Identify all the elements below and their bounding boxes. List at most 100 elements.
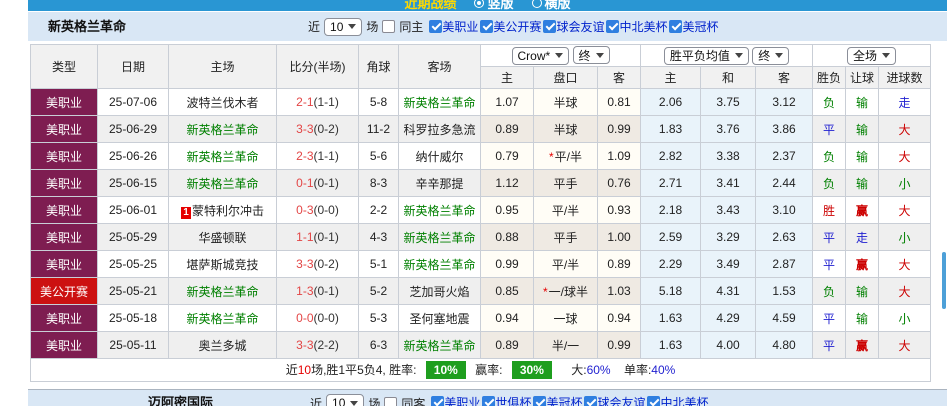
- league-label[interactable]: 球会友谊: [597, 394, 645, 406]
- away-team-name[interactable]: 纳什威尔: [415, 150, 463, 164]
- match-count-select[interactable]: 10: [324, 18, 362, 36]
- same-away-label[interactable]: 同客: [401, 395, 425, 406]
- handicap-result-cell: 输: [846, 143, 879, 170]
- next-team-bar: 迈阿密国际 近 10 场 同客 美职业世俱杯美冠杯球会友谊中北美杯: [28, 389, 947, 406]
- home-team-name[interactable]: 新英格兰革命: [186, 285, 258, 299]
- league-checkbox[interactable]: [533, 396, 546, 406]
- league-label[interactable]: 美职业: [444, 394, 480, 406]
- league-label[interactable]: 美冠杯: [682, 18, 718, 35]
- home-team-name[interactable]: 新英格兰革命: [186, 177, 258, 191]
- halftime-score: (2-2): [314, 338, 339, 352]
- avg-time-select[interactable]: 终: [752, 47, 789, 65]
- star-marker: *: [549, 150, 554, 164]
- league-label[interactable]: 球会友谊: [556, 18, 604, 35]
- next-team-name: 迈阿密国际: [148, 390, 213, 406]
- league-type-cell: 美职业: [31, 89, 98, 116]
- goals-result-cell: 走: [879, 89, 931, 116]
- score-cell: 3-3(2-2): [277, 332, 359, 359]
- handicap-rate-label: 赢率:: [475, 363, 502, 377]
- near-label: 近: [310, 395, 322, 406]
- halftime-score: (0-0): [314, 203, 339, 217]
- avg-home-cell: 1.63: [641, 305, 701, 332]
- handicap-value: 平/半: [552, 204, 579, 218]
- same-home-label[interactable]: 同主: [399, 18, 423, 35]
- same-home-checkbox[interactable]: [382, 20, 395, 33]
- away-team-name[interactable]: 新英格兰革命: [403, 231, 475, 245]
- chevron-down-icon: [735, 53, 743, 58]
- handicap-value: 半球: [553, 123, 577, 137]
- away-team-name[interactable]: 芝加哥火焰: [409, 285, 469, 299]
- home-team-cell: 奥兰多城: [169, 332, 277, 359]
- score-cell: 0-0(0-0): [277, 305, 359, 332]
- odds-company-select[interactable]: Crow*: [512, 47, 570, 65]
- home-team-name[interactable]: 新英格兰革命: [186, 123, 258, 137]
- league-label[interactable]: 美职业: [442, 18, 478, 35]
- away-odds-cell: 0.93: [598, 197, 641, 224]
- avg-draw-cell: 4.00: [701, 332, 756, 359]
- match-count-select[interactable]: 10: [326, 394, 364, 406]
- league-checkbox[interactable]: [606, 20, 619, 33]
- league-label[interactable]: 中北美杯: [619, 18, 667, 35]
- away-team-cell: 新英格兰革命: [399, 332, 481, 359]
- chevron-down-icon: [775, 53, 783, 58]
- away-team-name[interactable]: 圣何塞地震: [409, 312, 469, 326]
- score-cell: 1-1(0-1): [277, 224, 359, 251]
- avg-draw-cell: 4.29: [701, 305, 756, 332]
- layout-radio-horizontal[interactable]: 横版: [532, 0, 571, 11]
- handicap-rate-badge: 30%: [512, 361, 552, 379]
- match-row: 美职业25-05-29华盛顿联1-1(0-1)4-3新英格兰革命0.88平手1.…: [31, 224, 931, 251]
- home-team-name[interactable]: 蒙特利尔冲击: [192, 204, 264, 218]
- league-checkbox[interactable]: [431, 396, 444, 406]
- away-team-name[interactable]: 新英格兰革命: [403, 339, 475, 353]
- away-team-name[interactable]: 新英格兰革命: [403, 96, 475, 110]
- home-team-name[interactable]: 奥兰多城: [198, 339, 246, 353]
- league-label[interactable]: 中北美杯: [660, 394, 708, 406]
- away-team-name[interactable]: 科罗拉多急流: [403, 123, 475, 137]
- same-away-checkbox[interactable]: [384, 397, 397, 406]
- chevron-down-icon: [348, 24, 356, 29]
- scope-select[interactable]: 全场: [847, 47, 896, 65]
- layout-radio-vertical[interactable]: 竖版: [474, 0, 513, 11]
- league-checkbox[interactable]: [480, 20, 493, 33]
- result-cell: 平: [813, 251, 846, 278]
- goals-result-cell: 大: [879, 143, 931, 170]
- home-team-name[interactable]: 堪萨斯城竞技: [186, 258, 258, 272]
- league-checkbox[interactable]: [647, 396, 660, 406]
- league-filter-list-top: 美职业美公开赛球会友谊中北美杯美冠杯: [427, 18, 718, 36]
- league-label[interactable]: 世俱杯: [495, 394, 531, 406]
- avg-odds-select[interactable]: 胜平负均值: [664, 47, 749, 65]
- league-checkbox[interactable]: [429, 20, 442, 33]
- handicap-result-cell: 输: [846, 305, 879, 332]
- odds-time-select[interactable]: 终: [573, 46, 610, 64]
- goals-result-cell: 大: [879, 251, 931, 278]
- home-team-name[interactable]: 新英格兰革命: [186, 150, 258, 164]
- away-team-name[interactable]: 新英格兰革命: [403, 258, 475, 272]
- subcol-result: 胜负: [813, 67, 846, 89]
- away-team-name[interactable]: 新英格兰革命: [403, 204, 475, 218]
- home-team-name[interactable]: 华盛顿联: [198, 231, 246, 245]
- home-team-name[interactable]: 波特兰伐木者: [186, 96, 258, 110]
- home-odds-cell: 0.89: [481, 116, 534, 143]
- league-checkbox[interactable]: [543, 20, 556, 33]
- away-odds-cell: 0.76: [598, 170, 641, 197]
- league-label[interactable]: 美公开赛: [493, 18, 541, 35]
- league-type-cell: 美职业: [31, 305, 98, 332]
- date-cell: 25-05-11: [98, 332, 169, 359]
- home-odds-cell: 0.85: [481, 278, 534, 305]
- home-team-cell: 堪萨斯城竞技: [169, 251, 277, 278]
- league-label[interactable]: 美冠杯: [546, 394, 582, 406]
- league-type-cell: 美职业: [31, 251, 98, 278]
- home-odds-cell: 0.88: [481, 224, 534, 251]
- league-checkbox[interactable]: [584, 396, 597, 406]
- avg-home-cell: 1.63: [641, 332, 701, 359]
- away-odds-cell: 1.00: [598, 224, 641, 251]
- home-team-name[interactable]: 新英格兰革命: [186, 312, 258, 326]
- scrollbar-thumb[interactable]: [942, 252, 946, 309]
- league-checkbox[interactable]: [669, 20, 682, 33]
- goals-result-cell: 大: [879, 197, 931, 224]
- home-odds-cell: 1.12: [481, 170, 534, 197]
- avg-draw-cell: 3.29: [701, 224, 756, 251]
- league-checkbox[interactable]: [482, 396, 495, 406]
- league-filter-item: 中北美杯: [647, 394, 708, 406]
- away-team-name[interactable]: 辛辛那提: [415, 177, 463, 191]
